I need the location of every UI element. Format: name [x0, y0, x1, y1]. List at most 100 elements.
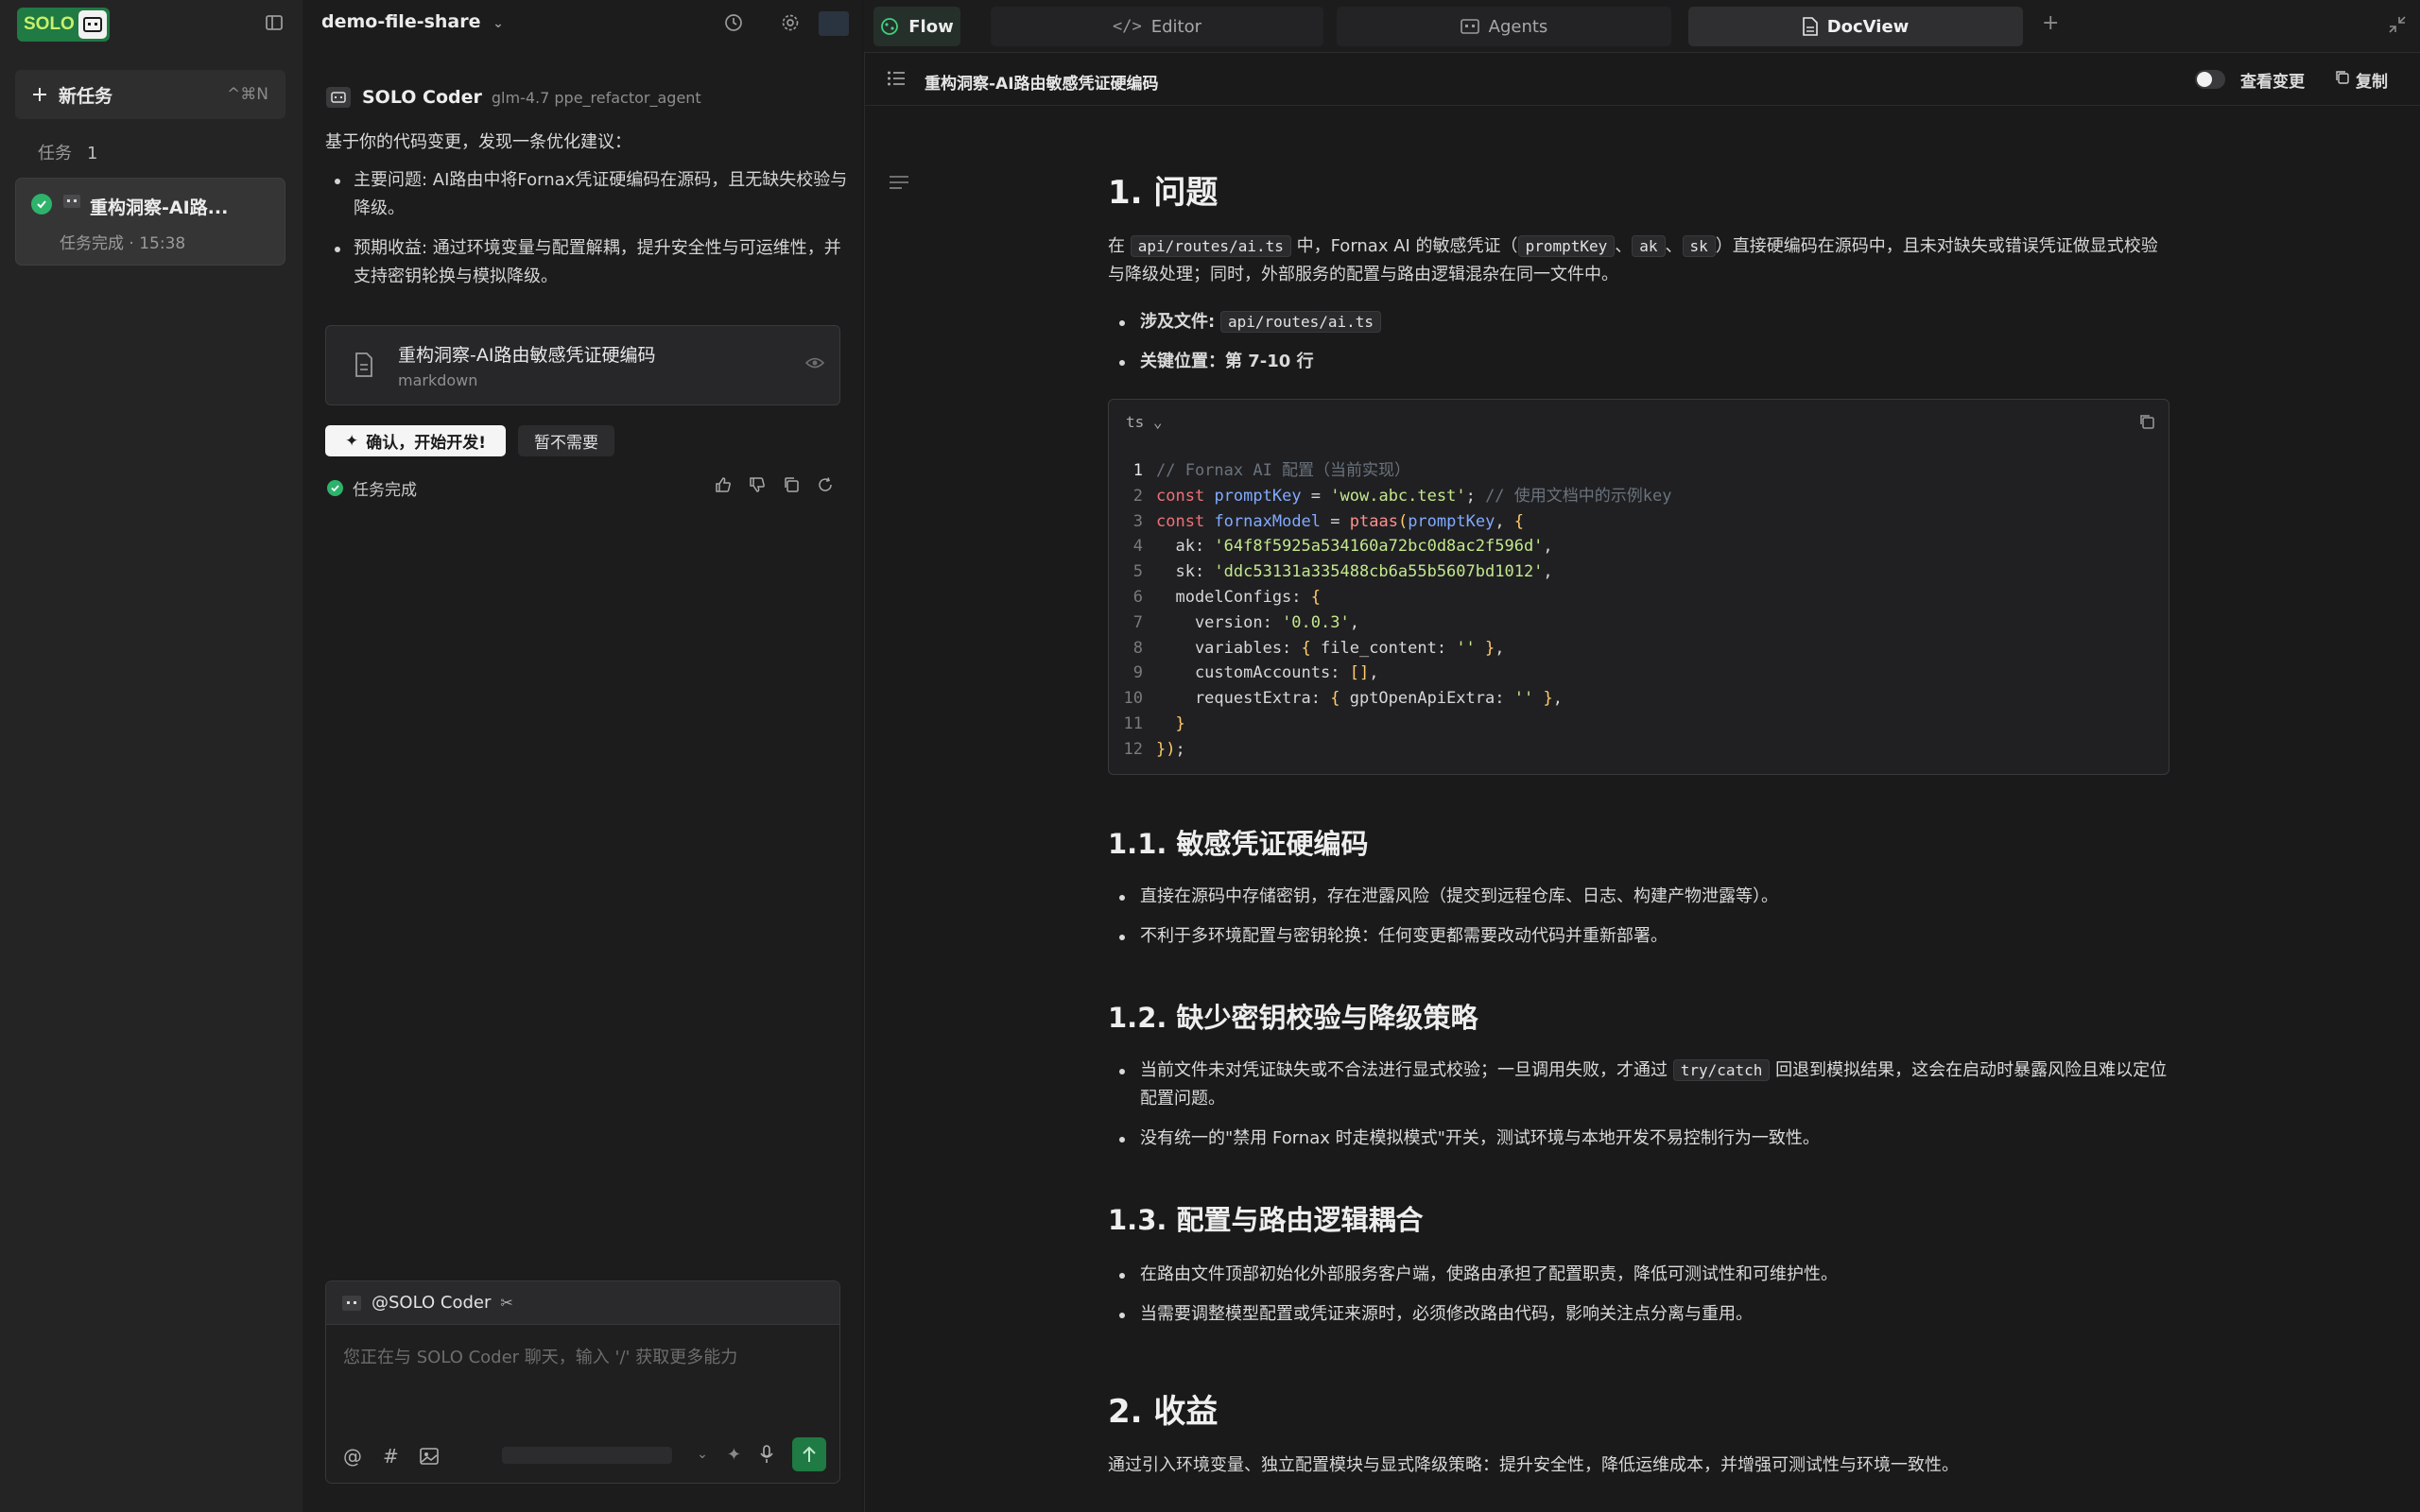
list-item: 主要问题: AI路由中将Fornax凭证硬编码在源码，且无缺失校验与降级。 — [333, 166, 849, 223]
task-title: 重构洞察-AI路... — [90, 198, 229, 218]
copy-icon[interactable] — [2138, 413, 2155, 430]
tab-label: Agents — [1488, 16, 1548, 37]
text: 、 — [1615, 236, 1633, 256]
task-item[interactable]: 重构洞察-AI路... 任务完成 · 15:38 — [15, 178, 285, 266]
code-icon: </> — [1113, 17, 1142, 36]
list-item: 在路由文件顶部初始化外部服务客户端，使路由承担了配置职责，降低可测试性和可维护性… — [1119, 1261, 2169, 1289]
section-heading: 1.2. 缺少密钥校验与降级策略 — [1108, 1002, 1478, 1034]
tab-editor[interactable]: </> Editor — [991, 7, 1323, 46]
section-heading: 2. 收益 — [1108, 1393, 1219, 1431]
thumbs-up-icon[interactable] — [715, 476, 732, 493]
new-task-button[interactable]: 新任务 ^⌘N — [15, 70, 285, 119]
outline-icon[interactable] — [889, 174, 909, 191]
at-icon[interactable]: @ — [343, 1445, 362, 1468]
view-changes-toggle[interactable] — [2195, 70, 2225, 89]
list-item: 涉及文件: api/routes/ai.ts — [1119, 308, 2169, 336]
microphone-icon[interactable] — [760, 1445, 773, 1464]
plus-icon — [33, 88, 46, 101]
code-line: 9 customAccounts: [], — [1109, 661, 2169, 686]
task-section-label: 任务 1 — [38, 140, 97, 164]
bullet-list: 当前文件未对凭证缺失或不合法进行显式校验；一旦调用失败，才通过 try/catc… — [1119, 1057, 2169, 1153]
code-text: }); — [1156, 739, 1185, 759]
collapse-icon[interactable] — [2388, 15, 2407, 34]
solo-logo: SOLO — [17, 8, 110, 42]
task-meta: 任务完成 · 15:38 — [60, 234, 186, 253]
suggestion-list: 主要问题: AI路由中将Fornax凭证硬编码在源码，且无缺失校验与降级。 预期… — [333, 166, 849, 302]
line-number: 10 — [1123, 689, 1143, 709]
list-icon[interactable] — [887, 70, 906, 87]
thumbs-down-icon[interactable] — [749, 476, 766, 493]
refresh-icon[interactable] — [817, 476, 834, 493]
line-number: 11 — [1123, 713, 1143, 733]
inline-code: try/catch — [1672, 1059, 1771, 1081]
task-sidebar: SOLO 新任务 ^⌘N 任务 1 重构洞察-AI路... 任务完成 · 15:3… — [0, 0, 302, 1512]
bullet-list: 在路由文件顶部初始化外部服务客户端，使路由承担了配置职责，降低可测试性和可维护性… — [1119, 1261, 2169, 1329]
code-lang: ts — [1126, 413, 1145, 431]
code-line: 5 sk: 'ddc53131a335488cb6a55b5607bd1012'… — [1109, 559, 2169, 585]
chevron-down-icon: ⌄ — [493, 16, 504, 31]
copy-button[interactable]: 复制 — [2356, 68, 2388, 92]
copy-icon[interactable] — [2335, 70, 2350, 85]
mention-label: @SOLO Coder — [372, 1293, 492, 1313]
code-language-selector[interactable]: ts ⌄ — [1126, 413, 1163, 431]
project-selector[interactable]: demo-file-share ⌄ — [321, 11, 504, 32]
chat-composer: @SOLO Coder ✂ 您正在与 SOLO Coder 聊天，输入 '/' … — [325, 1280, 840, 1484]
tab-bar: Flow </> Editor Agents DocView + — [864, 0, 2420, 53]
hash-icon[interactable]: # — [383, 1445, 399, 1468]
chat-input[interactable]: 您正在与 SOLO Coder 聊天，输入 '/' 获取更多能力 — [343, 1344, 737, 1368]
model-selector[interactable] — [502, 1447, 672, 1464]
history-icon[interactable] — [724, 13, 743, 32]
message-intro: 基于你的代码变更，发现一条优化建议： — [325, 132, 631, 152]
code-line: 2 const promptKey = 'wow.abc.test'; // 使用… — [1109, 484, 2169, 509]
tab-docview[interactable]: DocView — [1688, 7, 2023, 46]
line-number: 8 — [1132, 638, 1143, 658]
code-text: ak: '64f8f5925a534160a72bc0d8ac2f596d', — [1156, 537, 1553, 557]
gear-icon[interactable] — [781, 13, 800, 32]
list-item: 不利于多环境配置与密钥轮换：任何变更都需要改动代码并重新部署。 — [1119, 922, 2169, 951]
file-icon — [354, 352, 373, 377]
list-item: 关键位置：第 7-10 行 — [1119, 348, 2169, 376]
agent-name: SOLO Coder — [362, 87, 482, 108]
image-icon[interactable] — [419, 1448, 439, 1465]
send-button[interactable] — [792, 1437, 826, 1471]
eye-icon[interactable] — [805, 356, 824, 369]
avatar[interactable] — [819, 11, 849, 36]
list-item: 当需要调整模型配置或凭证来源时，必须修改路由代码，影响关注点分离与重用。 — [1119, 1300, 2169, 1329]
code-line: 4 ak: '64f8f5925a534160a72bc0d8ac2f596d'… — [1109, 534, 2169, 559]
arrow-up-icon — [803, 1446, 816, 1462]
list-item: 没有统一的"禁用 Fornax 时走模拟模式"开关，测试环境与本地开发不易控制行… — [1119, 1125, 2169, 1153]
line-number: 2 — [1132, 486, 1143, 506]
tab-flow[interactable]: Flow — [873, 7, 960, 46]
line-number: 5 — [1132, 562, 1143, 582]
document-card[interactable]: 重构洞察-AI路由敏感凭证硬编码 markdown — [325, 325, 840, 405]
check-icon — [31, 194, 52, 215]
confirm-button[interactable]: ✦ 确认，开始开发! — [325, 425, 506, 456]
flow-icon — [881, 18, 899, 35]
status-label: 任务完成 — [353, 481, 417, 500]
text: 当前文件未对凭证缺失或不合法进行显式校验；一旦调用失败，才通过 — [1140, 1060, 1668, 1080]
tools-icon[interactable]: ✂ — [500, 1294, 512, 1312]
code-text: // Fornax AI 配置（当前实现） — [1156, 461, 1411, 480]
bot-icon — [326, 87, 351, 108]
chevron-down-icon[interactable]: ⌄ — [697, 1447, 708, 1462]
task-count: 1 — [87, 144, 98, 163]
bullet-list: 直接在源码中存储密钥，存在泄露风险（提交到远程仓库、日志、构建产物泄露等）。 不… — [1119, 883, 2169, 951]
tab-agents[interactable]: Agents — [1337, 7, 1671, 46]
copy-icon[interactable] — [783, 476, 800, 493]
agent-message-header: SOLO Coder glm-4.7 ppe_refactor_agent — [326, 87, 701, 108]
line-number: 9 — [1132, 663, 1143, 683]
inline-code: ak — [1632, 235, 1666, 257]
code-line: 10 requestExtra: { gptOpenApiExtra: '' }… — [1109, 686, 2169, 712]
sparkle-icon[interactable]: ✦ — [727, 1445, 741, 1465]
section-title: 任务 — [38, 144, 72, 163]
skip-button[interactable]: 暂不需要 — [518, 425, 614, 456]
code-text: const promptKey = 'wow.abc.test'; // 使用文… — [1156, 486, 1672, 506]
add-tab-button[interactable]: + — [2042, 11, 2059, 35]
document-title: 重构洞察-AI路由敏感凭证硬编码 — [398, 345, 656, 366]
line-number: 7 — [1132, 612, 1143, 632]
toggle-sidebar-icon[interactable] — [265, 13, 284, 32]
section-heading: 1. 问题 — [1108, 174, 1219, 212]
code-line: 8 variables: { file_content: '' }, — [1109, 636, 2169, 662]
code-text: variables: { file_content: '' }, — [1156, 638, 1505, 658]
line-number: 6 — [1132, 587, 1143, 607]
